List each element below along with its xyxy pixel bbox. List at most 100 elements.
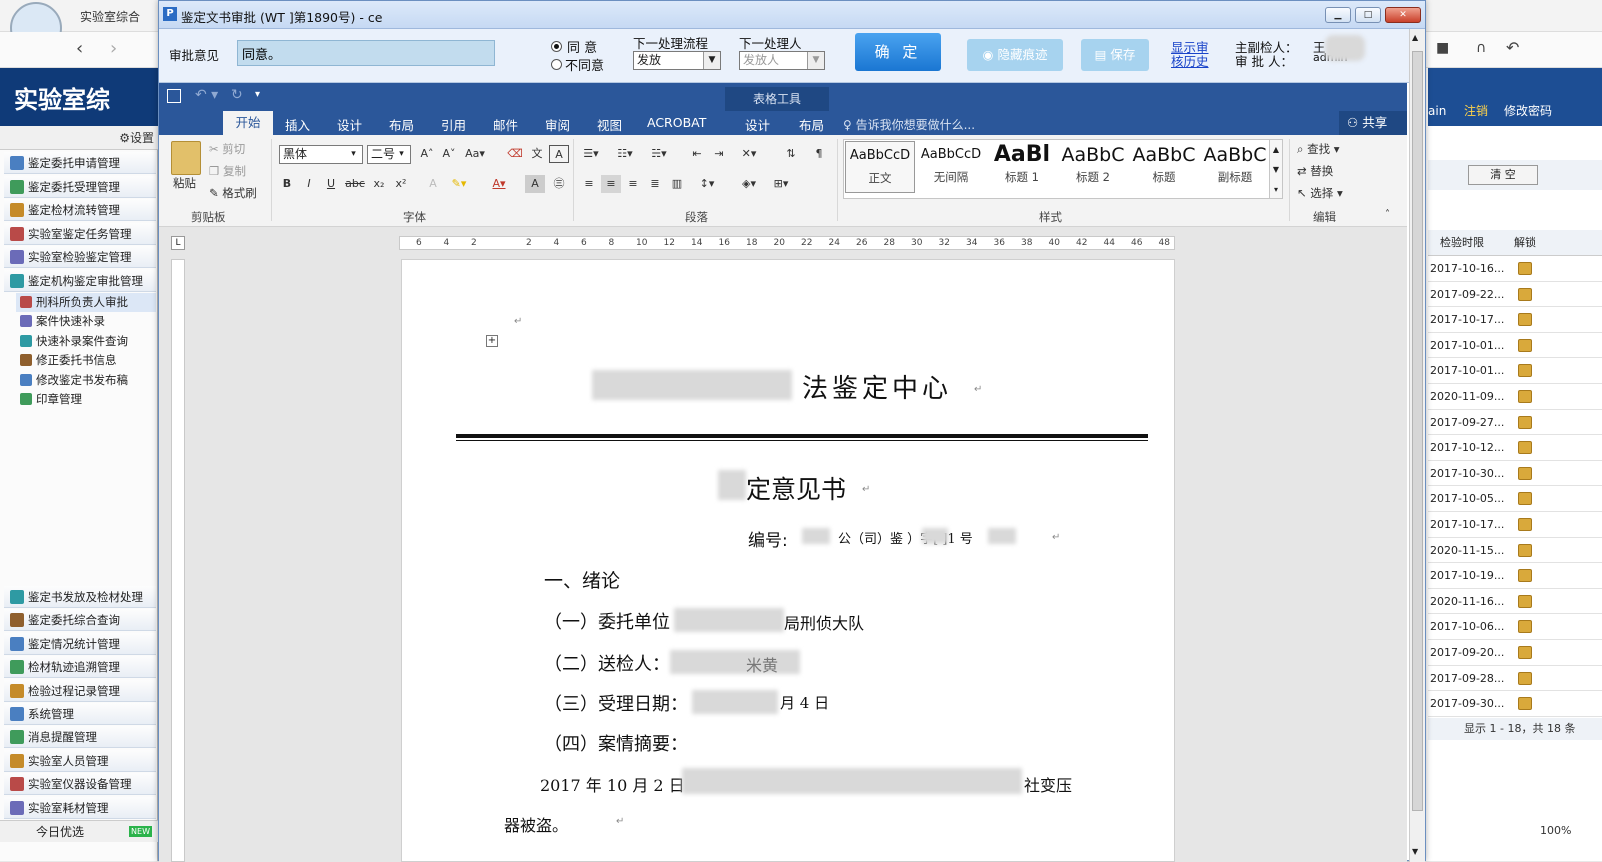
lock-icon[interactable] [1518,390,1532,403]
style-option[interactable]: AaBl 标题 1 [987,141,1057,193]
document-page[interactable]: + 法鉴定中心 定意见书 编号: 公（司）鉴 ）字[ ]1 号 一、绪论 （一）… [401,259,1175,862]
lock-icon[interactable] [1518,671,1532,685]
select-button[interactable]: ↖ 选择 ▾ [1297,185,1343,201]
sidebar-item[interactable]: 鉴定委托申请管理 [4,152,156,174]
col-inspection-time[interactable]: 检验时限 [1440,230,1484,256]
disagree-label[interactable]: 不同意 [565,55,604,74]
style-option[interactable]: AaBbC 标题 [1129,141,1199,193]
tab-home[interactable]: 开始 [223,111,273,135]
enclose-char-icon[interactable]: ㊂ [549,175,569,193]
copy-button[interactable]: ❐ 复制 [209,163,246,179]
sidebar-item[interactable]: 系统管理 [4,703,156,725]
char-border-icon[interactable]: A [549,145,569,163]
numbering-icon[interactable]: ☷▾ [615,145,635,163]
back-arrow-icon[interactable]: ‹ [76,38,83,59]
ribbon-tab[interactable]: 审阅 [545,115,570,134]
change-password-link[interactable]: 修改密码 [1504,100,1552,122]
table-row[interactable]: 2017-09-20... [1428,640,1602,666]
char-shading-icon[interactable]: A [525,175,545,193]
undo-icon[interactable]: ↶ ▾ [195,87,218,103]
lock-icon[interactable] [1518,313,1532,327]
align-left-icon[interactable]: ≡ [579,175,599,193]
ribbon-tab[interactable]: 设计 [337,115,362,134]
distributed-icon[interactable]: ▥ [667,175,687,193]
text-effects-icon[interactable]: A [423,175,443,193]
sidebar-item[interactable]: 鉴定委托综合查询 [4,609,156,632]
chinese-layout-icon[interactable]: ✕▾ [739,145,759,163]
sidebar-subitem[interactable]: 修正委托书信息 [16,351,156,370]
maximize-button[interactable]: □ [1355,7,1381,23]
clear-format-icon[interactable]: ⌫ [505,145,525,163]
share-button[interactable]: ⚇ 共享 [1339,111,1407,135]
style-option[interactable]: AaBbCcD 无间隔 [916,141,986,193]
scroll-thumb[interactable] [1412,51,1423,811]
table-row[interactable]: 2017-10-05... [1428,486,1602,512]
decrease-indent-icon[interactable]: ⇤ [687,145,707,163]
sidebar-item[interactable]: 实验室仪器设备管理 [4,773,156,796]
vertical-ruler[interactable] [171,259,185,862]
ribbon-tab[interactable]: 视图 [597,115,622,134]
lock-icon[interactable] [1518,364,1532,378]
save-icon[interactable] [167,89,181,103]
lock-icon[interactable] [1518,620,1532,634]
ribbon-tab[interactable]: 设计 [745,115,770,134]
table-row[interactable]: 2017-10-19... [1428,563,1602,589]
table-row[interactable]: 2020-11-09... [1428,384,1602,410]
paste-label[interactable]: 粘贴 [173,175,196,191]
shrink-font-icon[interactable]: A˅ [439,145,459,163]
sidebar-item[interactable]: 鉴定机构鉴定审批管理 [4,269,156,292]
gear-icon[interactable]: ⚙ [119,131,130,145]
replace-button[interactable]: ⇄ 替换 [1297,163,1333,179]
sidebar-subitem[interactable]: 修改鉴定书发布稿 [16,371,156,390]
cut-button[interactable]: ✂ 剪切 [209,141,245,157]
tab-stop-selector[interactable]: L [171,236,185,250]
sidebar-subitem[interactable]: 快速补录案件查询 [16,332,156,351]
close-button[interactable]: ✕ [1385,7,1421,23]
sort-icon[interactable]: ⇅ [781,145,801,163]
tell-me-search[interactable]: ♀ 告诉我你想要做什么... [843,116,975,133]
scroll-up-icon[interactable]: ▲ [1412,33,1418,42]
table-row[interactable]: 2017-10-01... [1428,358,1602,384]
sidebar-item[interactable]: 实验室检验鉴定管理 [4,246,156,268]
styles-scroll[interactable]: ▲ ▼ ▾ [1269,139,1283,199]
sidebar-item[interactable]: 检验过程记录管理 [4,679,156,702]
ribbon-tab[interactable]: ACROBAT [647,115,706,130]
next-person-select[interactable]: 发放人 ▼ [739,51,825,70]
table-row[interactable]: 2017-09-30... [1428,691,1602,717]
style-option[interactable]: AaBbCcD 正文 [845,141,915,193]
superscript-icon[interactable]: x² [391,175,411,193]
undo-icon[interactable]: ↶ [1506,38,1519,57]
table-row[interactable]: 2017-09-22... [1428,282,1602,308]
italic-icon[interactable]: I [299,175,319,193]
bullets-icon[interactable]: ☰▾ [581,145,601,163]
headset-icon[interactable]: ∩ [1476,40,1486,56]
sidebar-item[interactable]: 消息提醒管理 [4,726,156,749]
lock-icon[interactable] [1518,569,1532,583]
sidebar-item[interactable]: 实验室鉴定任务管理 [4,222,156,245]
sidebar-item[interactable]: 鉴定检材流转管理 [4,199,156,221]
format-painter-button[interactable]: ✎ 格式刷 [209,185,257,201]
ribbon-tab[interactable]: 布局 [799,115,824,134]
highlight-icon[interactable]: ✎▾ [449,175,469,193]
change-case-icon[interactable]: Aa▾ [465,145,485,163]
lock-icon[interactable] [1518,543,1532,557]
scroll-down-icon[interactable]: ▼ [1412,847,1418,856]
minimize-button[interactable]: ▁ [1325,7,1351,23]
ribbon-tab[interactable]: 引用 [441,115,466,134]
agree-radio[interactable] [551,41,562,52]
table-row[interactable]: 2017-10-06... [1428,614,1602,640]
today-picks[interactable]: 今日优选 NEW [0,820,158,842]
shading-icon[interactable]: ◈▾ [739,175,759,193]
logout-link[interactable]: 注销 [1464,100,1488,122]
col-unlock[interactable]: 解锁 [1514,230,1536,256]
hide-marks-button[interactable]: ◉ 隐藏痕迹 [967,39,1063,71]
style-option[interactable]: AaBbC 副标题 [1200,141,1270,193]
font-size-select[interactable]: 二号 ▾ [367,145,411,164]
underline-icon[interactable]: U [321,175,341,193]
sidebar-subitem[interactable]: 印章管理 [16,390,156,409]
grow-font-icon[interactable]: A˄ [417,145,437,163]
show-marks-icon[interactable]: ¶ [809,145,829,163]
paste-icon[interactable] [171,141,201,175]
confirm-button[interactable]: 确 定 [855,33,941,71]
dialog-scrollbar[interactable]: ▲ ▼ [1409,29,1425,862]
